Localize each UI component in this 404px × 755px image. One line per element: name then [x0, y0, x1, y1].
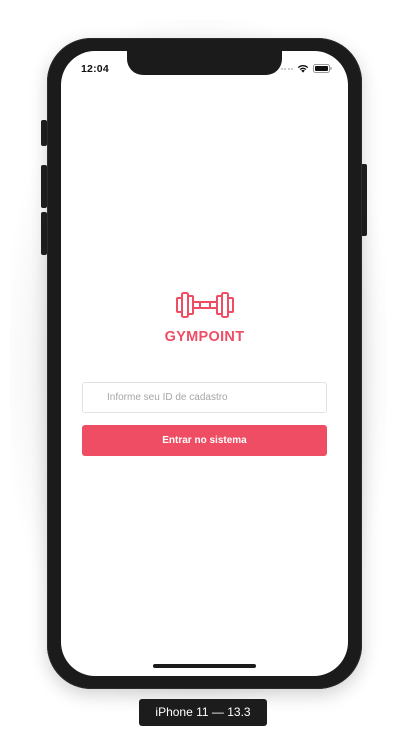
wifi-icon: [297, 64, 309, 73]
login-screen: 12:04 GYMPOINT Informe seu ID de cadastr…: [61, 51, 348, 676]
notch: [127, 51, 282, 75]
member-id-input[interactable]: [82, 382, 327, 413]
dumbbell-icon: [175, 289, 235, 321]
signal-icon: [280, 67, 293, 70]
brand-title: GYMPOINT: [164, 329, 245, 345]
device-screen: 12:04 GYMPOINT Informe seu ID de cadastr…: [61, 51, 348, 676]
device-label: iPhone 11 — 13.3: [139, 699, 267, 726]
battery-icon: [313, 64, 332, 73]
home-indicator[interactable]: [153, 664, 256, 668]
login-button[interactable]: Entrar no sistema: [82, 425, 327, 456]
simulator-stage: 12:04 GYMPOINT Informe seu ID de cadastr…: [0, 0, 404, 755]
status-icons: [280, 64, 333, 73]
status-time: 12:04: [81, 63, 109, 75]
